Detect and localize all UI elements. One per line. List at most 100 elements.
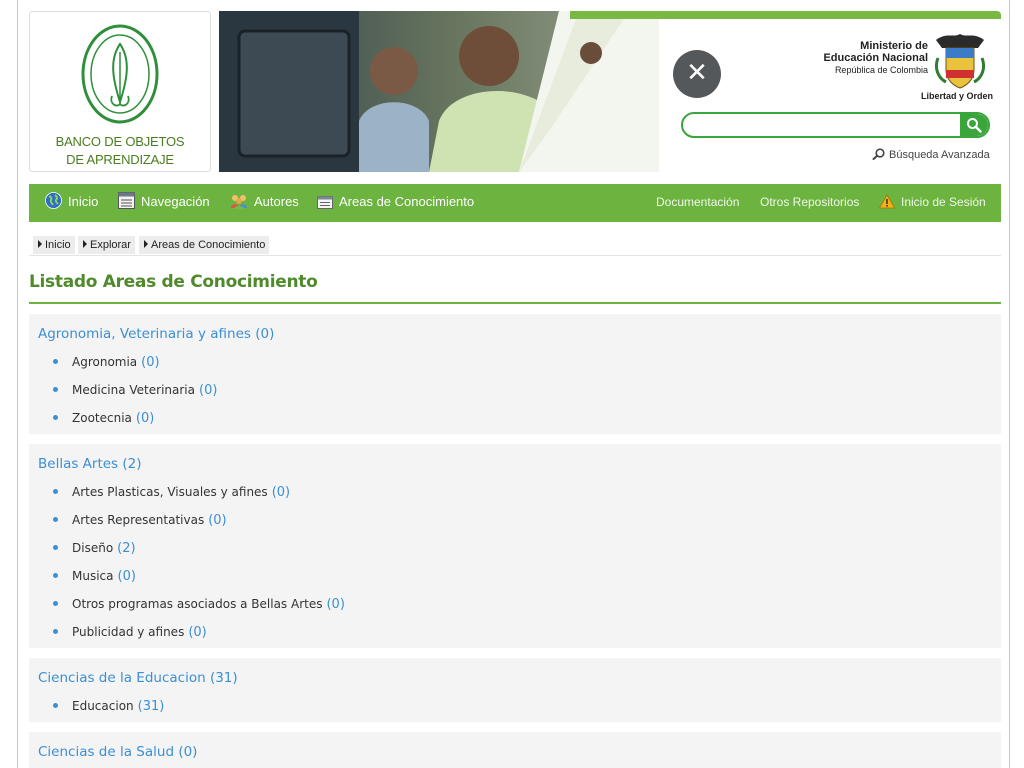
category-name: Agronomia, Veterinaria y afines [38,326,251,342]
list-item-name: Zootecnia [72,411,132,425]
list-item[interactable]: Diseño (2) [53,541,136,556]
category-panel: Ciencias de la Salud (0) [29,732,1001,768]
list-item-name: Musica [72,569,114,583]
search-box [681,112,990,138]
list-item-name: Diseño [72,541,114,555]
warning-icon [879,194,895,209]
bullet-icon [53,415,58,420]
nav-label-navegacion: Navegación [141,194,210,209]
category-link[interactable]: Ciencias de la Salud (0) [38,744,197,760]
page-border-left [17,0,18,768]
nav-item-inicio[interactable]: Inicio [45,184,98,222]
globe-icon [45,192,62,209]
university-seal-icon [81,24,159,124]
bullet-icon [53,573,58,578]
category-count: (0) [255,326,275,342]
list-item[interactable]: Otros programas asociados a Bellas Artes… [53,597,345,612]
breadcrumb-item-inicio[interactable]: Inicio [33,236,75,254]
list-item-count: (0) [208,513,227,528]
nav-item-autores[interactable]: Autores [230,184,299,222]
category-count: (31) [209,670,238,686]
list-item-count: (0) [135,411,155,426]
ministry-line2: Educación Nacional [823,52,928,64]
nav-item-navegacion[interactable]: Navegación [118,184,210,222]
nav-item-otros-repositorios[interactable]: Otros Repositorios [760,184,859,222]
category-panel: Ciencias de la Educacion (31) Educacion(… [29,658,1001,722]
bullet-icon [53,517,58,522]
list-item-count: (0) [326,597,345,612]
logo-title-line1: BANCO DE OBJETOS [55,134,185,149]
nav-item-areas-conocimiento[interactable]: Areas de Conocimiento [317,184,474,222]
bullet-icon [53,545,58,550]
bullet-icon [53,489,58,494]
users-icon [231,195,247,209]
close-button[interactable]: ✕ [673,50,721,98]
advanced-search-link[interactable]: Búsqueda Avanzada [872,148,990,161]
nav-label-autores: Autores [254,194,299,209]
folder-icon [317,196,333,209]
list-item-count: (31) [137,699,165,714]
advanced-search-label: Búsqueda Avanzada [889,149,990,161]
list-item-count: (0) [199,383,218,398]
list-item[interactable]: Educacion (31) [53,699,164,714]
list-item-name: Artes Plasticas, Visuales y afines [72,485,268,499]
list-item[interactable]: Medicina Veterinaria (0) [53,383,217,398]
list-item-count: (0) [188,625,207,640]
list-item-count: (2) [117,541,136,556]
list-item-name: Medicina Veterinaria [72,383,195,397]
bullet-icon [53,629,58,634]
list-item-name: Artes Representativas [72,513,205,527]
category-link[interactable]: Agronomia, Veterinaria y afines (0) [38,326,274,342]
list-item-name: Agronomia [72,355,138,369]
breadcrumb-item-explorar[interactable]: Explorar [78,236,135,254]
nav-label-areas-conocimiento: Areas de Conocimiento [339,194,475,209]
header-accent-bar [570,11,1001,19]
nav-label-inicio: Inicio [68,194,99,209]
list-item[interactable]: Zootecnia (0) [53,411,154,426]
list-icon [118,192,135,209]
magnifier-icon [872,148,885,160]
category-panel: Agronomia, Veterinaria y afines (0) Agro… [29,314,1001,434]
category-link[interactable]: Bellas Artes (2) [38,456,142,472]
main-navigation: Inicio Navegación Autores Areas de Conoc… [29,184,1001,222]
nav-label-inicio-sesion: Inicio de Sesión [901,195,986,209]
category-name: Ciencias de la Educacion [38,670,206,686]
category-name: Ciencias de la Salud [38,744,175,760]
site-logo[interactable]: BANCO DE OBJETOS DE APRENDIZAJE [29,11,211,172]
category-panel: Bellas Artes (2) Artes Plasticas, Visual… [29,444,1001,648]
ministry-logo-text: Ministerio de Educación Nacional Repúbli… [810,40,928,76]
bullet-icon [53,387,58,392]
breadcrumb-divider [29,255,1001,256]
ministry-line1: Ministerio de [860,40,928,52]
header-banner-image [219,11,659,172]
nav-item-documentacion[interactable]: Documentación [656,184,739,222]
bullet-icon [53,359,58,364]
nav-item-inicio-sesion[interactable]: Inicio de Sesión [879,184,986,222]
list-item[interactable]: Artes Plasticas, Visuales y afines (0) [53,485,290,500]
list-item[interactable]: Publicidad y afines (0) [53,625,207,640]
list-item-name: Otros programas asociados a Bellas Artes [72,597,323,611]
list-item[interactable]: Agronomia (0) [53,355,160,370]
search-icon [967,118,982,133]
breadcrumb-item-areas: Areas de Conocimiento [139,236,270,254]
category-name: Bellas Artes [38,456,119,472]
nav-label-documentacion: Documentación [656,195,740,209]
list-item[interactable]: Musica (0) [53,569,136,584]
page-title: Listado Areas de Conocimiento [29,272,318,292]
ministry-motto: Libertad y Orden [920,91,993,101]
list-item[interactable]: Artes Representativas (0) [53,513,227,528]
ministry-line3: República de Colombia [834,65,928,75]
logo-title-line2: DE APRENDIZAJE [66,152,174,167]
list-item-name: Publicidad y afines [72,625,185,639]
list-item-name: Educacion [72,699,134,713]
category-link[interactable]: Ciencias de la Educacion (31) [38,670,238,686]
list-item-count: (0) [141,355,160,370]
colombia-crest-icon [934,34,986,89]
nav-label-otros-repositorios: Otros Repositorios [760,195,860,209]
title-underline [29,302,1001,304]
category-count: (2) [122,456,142,472]
list-item-count: (0) [117,569,136,584]
search-input[interactable] [691,116,955,136]
search-button[interactable] [960,114,988,136]
list-item-count: (0) [271,485,291,500]
